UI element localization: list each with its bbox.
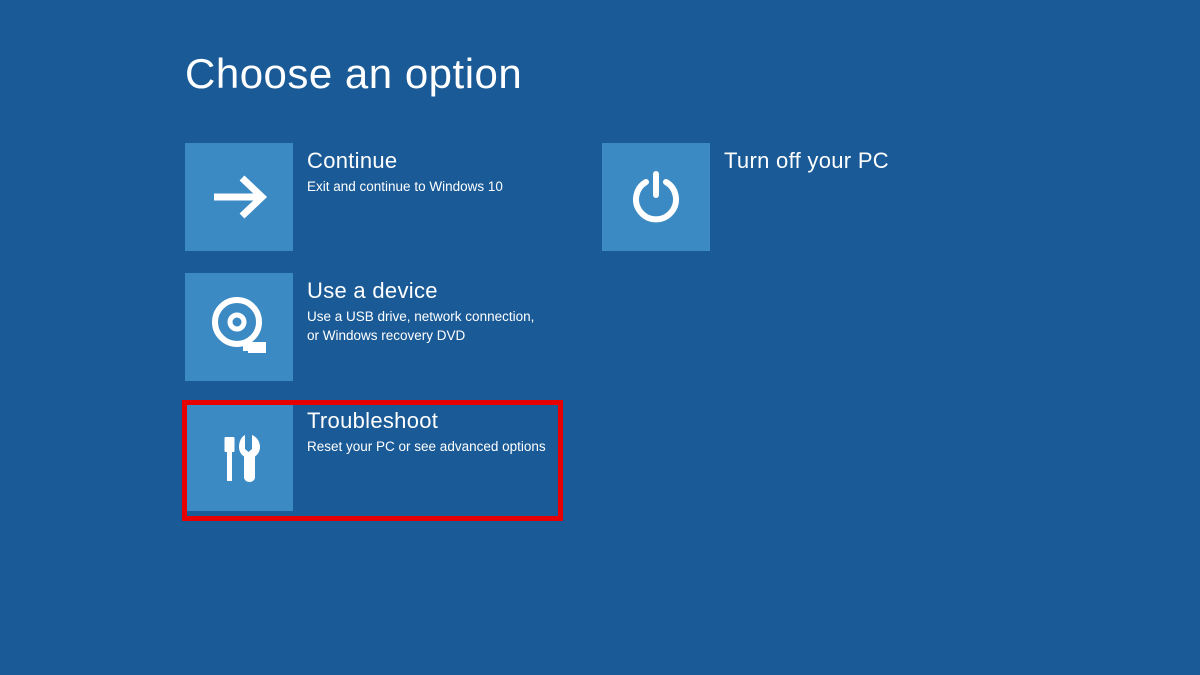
continue-title: Continue bbox=[307, 148, 503, 174]
troubleshoot-text: Troubleshoot Reset your PC or see advanc… bbox=[293, 403, 556, 457]
continue-desc: Exit and continue to Windows 10 bbox=[307, 178, 503, 196]
boot-options-screen: Choose an option Continue Exit and conti… bbox=[0, 0, 1200, 518]
power-icon bbox=[602, 143, 710, 251]
disc-usb-icon bbox=[185, 273, 293, 381]
arrow-right-icon bbox=[185, 143, 293, 251]
tools-icon bbox=[185, 403, 293, 511]
use-device-title: Use a device bbox=[307, 278, 547, 304]
troubleshoot-desc: Reset your PC or see advanced options bbox=[307, 438, 546, 456]
turn-off-title: Turn off your PC bbox=[724, 148, 889, 174]
options-grid: Continue Exit and continue to Windows 10… bbox=[185, 143, 1200, 518]
troubleshoot-option[interactable]: Troubleshoot Reset your PC or see advanc… bbox=[185, 403, 560, 518]
page-title: Choose an option bbox=[185, 50, 1200, 98]
options-column-right: Turn off your PC bbox=[602, 143, 977, 518]
use-device-desc: Use a USB drive, network connection, or … bbox=[307, 308, 547, 344]
continue-text: Continue Exit and continue to Windows 10 bbox=[293, 143, 513, 197]
troubleshoot-title: Troubleshoot bbox=[307, 408, 546, 434]
use-device-text: Use a device Use a USB drive, network co… bbox=[293, 273, 557, 345]
turn-off-text: Turn off your PC bbox=[710, 143, 899, 178]
options-column-left: Continue Exit and continue to Windows 10… bbox=[185, 143, 560, 518]
continue-option[interactable]: Continue Exit and continue to Windows 10 bbox=[185, 143, 560, 258]
turn-off-option[interactable]: Turn off your PC bbox=[602, 143, 977, 258]
use-device-option[interactable]: Use a device Use a USB drive, network co… bbox=[185, 273, 560, 388]
